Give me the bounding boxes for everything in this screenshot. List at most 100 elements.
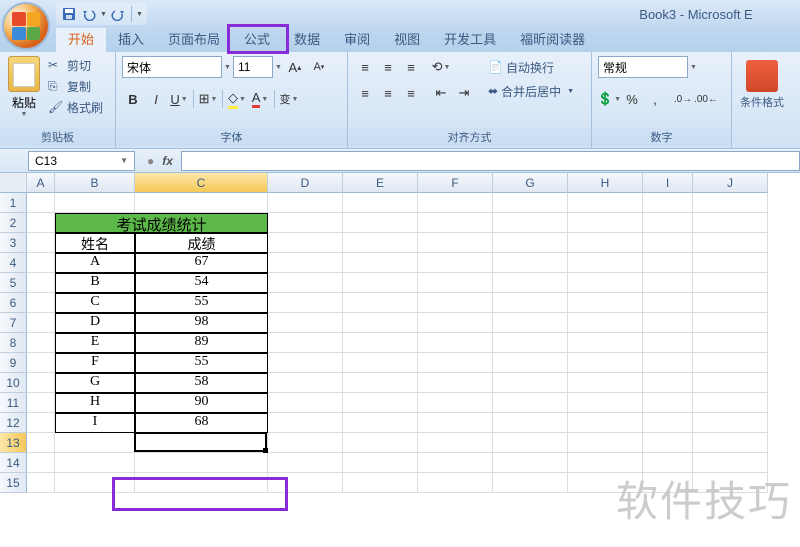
cell-E1[interactable]: [343, 193, 418, 213]
col-header-E[interactable]: E: [343, 173, 418, 193]
cell-J11[interactable]: [693, 393, 768, 413]
cell-F6[interactable]: [418, 293, 493, 313]
cell-A10[interactable]: [27, 373, 55, 393]
col-header-H[interactable]: H: [568, 173, 643, 193]
col-header-I[interactable]: I: [643, 173, 693, 193]
wrap-text-button[interactable]: 📄自动换行: [485, 56, 577, 78]
cell-A1[interactable]: [27, 193, 55, 213]
row-header-9[interactable]: 9: [0, 353, 27, 373]
formula-bar[interactable]: [181, 151, 800, 171]
cell-E12[interactable]: [343, 413, 418, 433]
col-header-B[interactable]: B: [55, 173, 135, 193]
undo-button[interactable]: [80, 5, 98, 23]
format-painter-button[interactable]: 🖌格式刷: [46, 98, 105, 117]
tab-数据[interactable]: 数据: [282, 25, 332, 52]
row-header-3[interactable]: 3: [0, 233, 27, 253]
cell-D13[interactable]: [268, 433, 343, 453]
cell-F15[interactable]: [418, 473, 493, 493]
cell-G4[interactable]: [493, 253, 568, 273]
cell-A8[interactable]: [27, 333, 55, 353]
cell-E6[interactable]: [343, 293, 418, 313]
redo-button[interactable]: [109, 5, 127, 23]
table-title[interactable]: 考试成绩统计: [55, 213, 268, 233]
cell-C11[interactable]: 90: [135, 393, 268, 413]
cell-D12[interactable]: [268, 413, 343, 433]
cell-I12[interactable]: [643, 413, 693, 433]
cell-H4[interactable]: [568, 253, 643, 273]
cell-H11[interactable]: [568, 393, 643, 413]
cell-C15[interactable]: [135, 473, 268, 493]
cell-B14[interactable]: [55, 453, 135, 473]
cell-B6[interactable]: C: [55, 293, 135, 313]
cell-I10[interactable]: [643, 373, 693, 393]
cell-E13[interactable]: [343, 433, 418, 453]
cell-E10[interactable]: [343, 373, 418, 393]
cell-C5[interactable]: 54: [135, 273, 268, 293]
cell-A15[interactable]: [27, 473, 55, 493]
cell-G11[interactable]: [493, 393, 568, 413]
cell-B12[interactable]: I: [55, 413, 135, 433]
cell-A4[interactable]: [27, 253, 55, 273]
font-size-select[interactable]: [233, 56, 273, 78]
font-size-dropdown[interactable]: ▼: [275, 64, 282, 71]
cell-G13[interactable]: [493, 433, 568, 453]
bold-button[interactable]: B: [122, 88, 144, 110]
row-header-5[interactable]: 5: [0, 273, 27, 293]
cell-E15[interactable]: [343, 473, 418, 493]
cell-C9[interactable]: 55: [135, 353, 268, 373]
cell-D2[interactable]: [268, 213, 343, 233]
cell-I9[interactable]: [643, 353, 693, 373]
cell-G1[interactable]: [493, 193, 568, 213]
cell-C6[interactable]: 55: [135, 293, 268, 313]
cell-C1[interactable]: [135, 193, 268, 213]
orientation-button[interactable]: ⟲▼: [430, 56, 452, 78]
cell-J7[interactable]: [693, 313, 768, 333]
col-header-J[interactable]: J: [693, 173, 768, 193]
cell-H9[interactable]: [568, 353, 643, 373]
align-middle-button[interactable]: ≡: [377, 56, 399, 78]
fx-icon[interactable]: fx: [162, 154, 173, 168]
cell-B13[interactable]: [55, 433, 135, 453]
tab-页面布局[interactable]: 页面布局: [156, 25, 232, 52]
name-box[interactable]: C13 ▼: [28, 151, 135, 171]
cell-D10[interactable]: [268, 373, 343, 393]
cell-G3[interactable]: [493, 233, 568, 253]
cell-E4[interactable]: [343, 253, 418, 273]
increase-decimal-button[interactable]: .0→: [672, 88, 694, 110]
row-header-1[interactable]: 1: [0, 193, 27, 213]
cell-F8[interactable]: [418, 333, 493, 353]
cell-J1[interactable]: [693, 193, 768, 213]
cell-G2[interactable]: [493, 213, 568, 233]
align-right-button[interactable]: ≡: [400, 82, 422, 104]
currency-button[interactable]: 💲▼: [598, 88, 620, 110]
row-header-2[interactable]: 2: [0, 213, 27, 233]
row-header-10[interactable]: 10: [0, 373, 27, 393]
cell-C8[interactable]: 89: [135, 333, 268, 353]
shrink-font-button[interactable]: A▾: [308, 56, 330, 78]
row-header-8[interactable]: 8: [0, 333, 27, 353]
row-header-15[interactable]: 15: [0, 473, 27, 493]
cell-A11[interactable]: [27, 393, 55, 413]
cell-J10[interactable]: [693, 373, 768, 393]
cell-F7[interactable]: [418, 313, 493, 333]
cell-E5[interactable]: [343, 273, 418, 293]
tab-开始[interactable]: 开始: [56, 25, 106, 52]
col-header-G[interactable]: G: [493, 173, 568, 193]
percent-button[interactable]: %: [621, 88, 643, 110]
cell-A13[interactable]: [27, 433, 55, 453]
cell-H12[interactable]: [568, 413, 643, 433]
comma-button[interactable]: ,: [644, 88, 666, 110]
tab-插入[interactable]: 插入: [106, 25, 156, 52]
cell-F14[interactable]: [418, 453, 493, 473]
cell-D5[interactable]: [268, 273, 343, 293]
cell-H8[interactable]: [568, 333, 643, 353]
cell-D7[interactable]: [268, 313, 343, 333]
cell-C13[interactable]: [135, 433, 268, 453]
tab-开发工具[interactable]: 开发工具: [432, 25, 508, 52]
number-format-select[interactable]: [598, 56, 688, 78]
cell-G12[interactable]: [493, 413, 568, 433]
tab-视图[interactable]: 视图: [382, 25, 432, 52]
row-header-6[interactable]: 6: [0, 293, 27, 313]
cell-H3[interactable]: [568, 233, 643, 253]
cell-D4[interactable]: [268, 253, 343, 273]
